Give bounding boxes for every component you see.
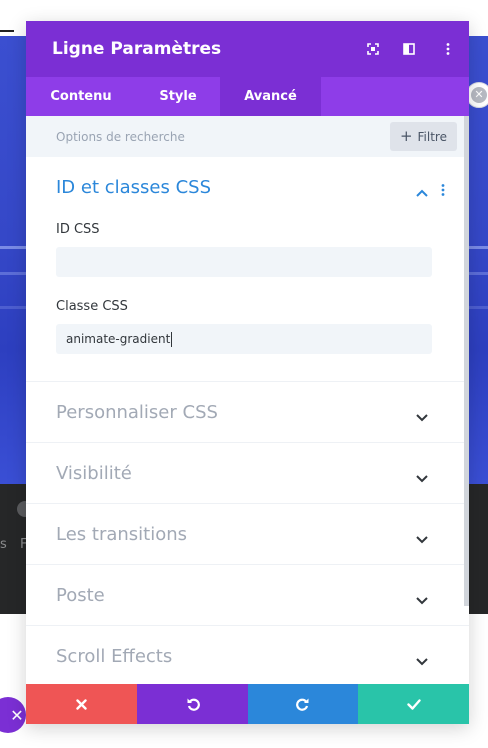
- section-title: Poste: [56, 585, 105, 606]
- plus-icon: +: [399, 127, 413, 145]
- chevron-down-icon: [416, 468, 428, 487]
- chevron-down-icon: [416, 407, 428, 426]
- section-title: Scroll Effects: [56, 646, 173, 667]
- chevron-down-icon: [416, 651, 428, 670]
- settings-tabs: Contenu Style Avancé: [26, 77, 469, 116]
- chevron-down-icon: [416, 529, 428, 548]
- close-icon: ✕: [10, 705, 24, 725]
- background-text-fragment: s: [0, 537, 7, 552]
- columns-icon[interactable]: [391, 21, 427, 77]
- menu-line: [0, 30, 14, 32]
- tab-contenu[interactable]: Contenu: [26, 77, 136, 116]
- text-caret: [171, 331, 173, 347]
- section-visibility[interactable]: Visibilité: [26, 443, 469, 504]
- tab-avance[interactable]: Avancé: [220, 77, 321, 116]
- scrollbar[interactable]: [464, 116, 469, 606]
- save-button[interactable]: [358, 684, 469, 724]
- modal-header: Ligne Paramètres: [26, 21, 469, 77]
- css-id-label: ID CSS: [56, 222, 100, 237]
- css-class-field[interactable]: animate-gradient: [56, 324, 432, 354]
- tab-style[interactable]: Style: [136, 77, 220, 116]
- chevron-up-icon[interactable]: [416, 182, 428, 201]
- section-title: Les transitions: [56, 524, 188, 545]
- chevron-down-icon: [416, 590, 428, 609]
- section-css-id-classes: ID et classes CSS ID CSS Classe CSS anim…: [26, 157, 469, 382]
- section-title: Personnaliser CSS: [56, 402, 218, 423]
- filter-button[interactable]: + Filtre: [389, 122, 457, 151]
- more-vertical-icon[interactable]: [441, 181, 445, 200]
- fullscreen-icon[interactable]: [355, 21, 391, 77]
- filter-label: Filtre: [417, 129, 447, 144]
- section-title[interactable]: ID et classes CSS: [56, 177, 211, 198]
- close-icon: ✕: [471, 87, 487, 103]
- modal-title: Ligne Paramètres: [52, 39, 222, 59]
- redo-icon: [296, 698, 309, 711]
- search-input[interactable]: Options de recherche: [56, 130, 185, 144]
- save-icon: [406, 698, 421, 710]
- cancel-button[interactable]: [26, 684, 137, 724]
- settings-body: Options de recherche + Filtre ID et clas…: [26, 116, 469, 684]
- modal-footer: [26, 684, 469, 724]
- section-custom-css[interactable]: Personnaliser CSS: [26, 382, 469, 443]
- section-title: Visibilité: [56, 463, 132, 484]
- undo-button[interactable]: [137, 684, 248, 724]
- search-bar: Options de recherche + Filtre: [26, 116, 469, 157]
- cancel-icon: [76, 698, 87, 710]
- row-settings-modal: Ligne Paramètres Contenu Style Avancé Op…: [26, 21, 469, 724]
- css-class-value: animate-gradient: [66, 332, 171, 346]
- redo-button[interactable]: [248, 684, 358, 724]
- section-position[interactable]: Poste: [26, 565, 469, 626]
- close-hover-button[interactable]: ✕: [466, 82, 488, 108]
- css-class-label: Classe CSS: [56, 299, 128, 314]
- css-id-field[interactable]: [56, 247, 432, 277]
- section-transitions[interactable]: Les transitions: [26, 504, 469, 565]
- section-scroll-effects[interactable]: Scroll Effects: [26, 626, 469, 684]
- more-vertical-icon[interactable]: [427, 21, 469, 77]
- undo-icon: [187, 698, 200, 711]
